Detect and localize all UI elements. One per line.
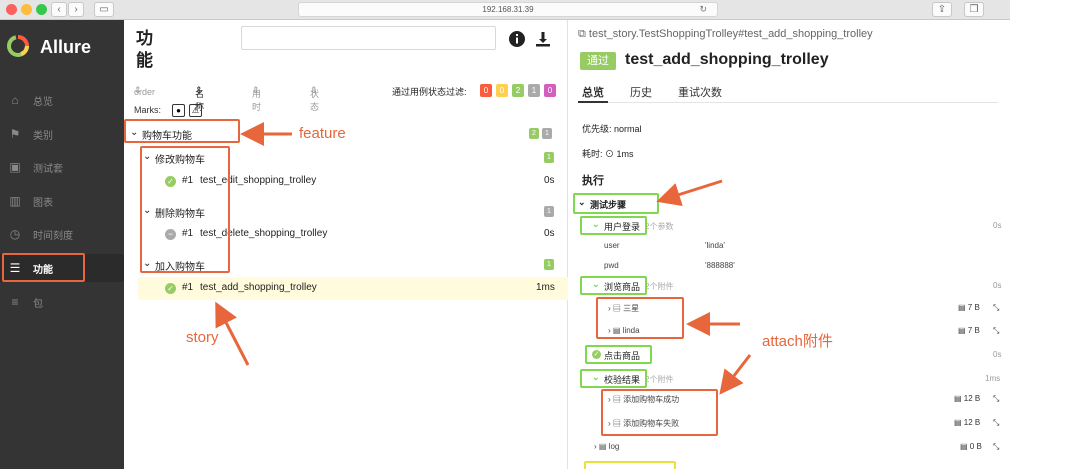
annotation-arrows	[215, 122, 752, 395]
attach-arrow	[719, 354, 752, 395]
story-arrow	[215, 301, 250, 366]
steps-arrow	[656, 179, 723, 207]
screenshot-root: ‹ › ▭ 192.168.31.39 ↻ ⇪ ❐ Allure ⌂ 总览 ⚑ …	[0, 0, 1080, 469]
